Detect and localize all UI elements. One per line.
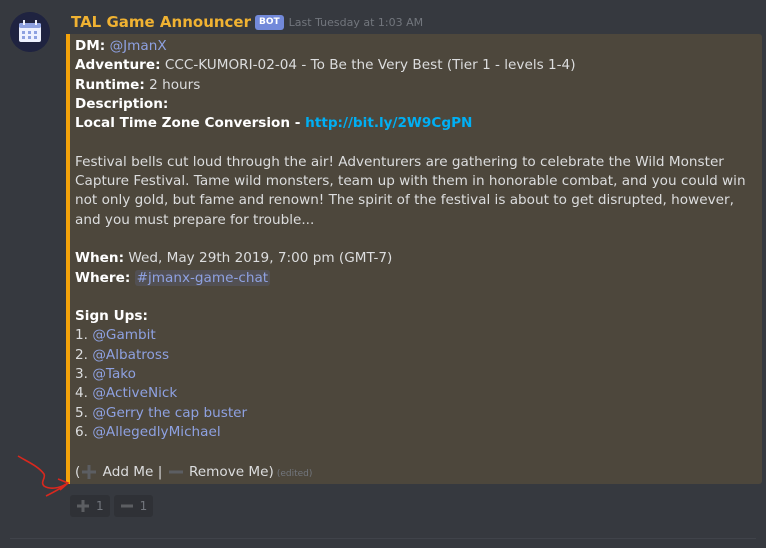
reactions-bar: 1 1 bbox=[70, 495, 157, 517]
description-text: Festival bells cut loud through the air!… bbox=[75, 153, 746, 228]
message-header: TAL Game Announcer BOT Last Tuesday at 1… bbox=[71, 12, 423, 32]
description-label: Description: bbox=[75, 95, 169, 112]
signup-item: 2. @Albatross bbox=[75, 346, 756, 365]
author-name[interactable]: TAL Game Announcer bbox=[71, 13, 251, 31]
signup-number: 3. bbox=[75, 366, 88, 383]
signups-label: Sign Ups: bbox=[75, 308, 148, 325]
signup-item: 4. @ActiveNick bbox=[75, 384, 756, 403]
announcement-embed: DM: @JmanX Adventure: CCC-KUMORI-02-04 -… bbox=[66, 34, 762, 484]
add-me-label: Add Me bbox=[102, 463, 154, 480]
minus-icon bbox=[120, 504, 133, 508]
where-label: Where: bbox=[75, 269, 131, 286]
when-value: Wed, May 29th 2019, 7:00 pm (GMT-7) bbox=[128, 250, 393, 267]
reaction-count: 1 bbox=[96, 499, 104, 513]
dm-line: DM: @JmanX bbox=[75, 37, 756, 56]
signup-number: 2. bbox=[75, 346, 88, 363]
signup-item: 3. @Tako bbox=[75, 365, 756, 384]
message-timestamp: Last Tuesday at 1:03 AM bbox=[288, 15, 424, 29]
annotation-arrow bbox=[17, 455, 70, 497]
timezone-link[interactable]: http://bit.ly/2W9CgPN bbox=[305, 115, 472, 131]
bot-tag: BOT bbox=[255, 14, 284, 30]
separator: | bbox=[153, 463, 167, 480]
signup-number: 1. bbox=[75, 327, 88, 344]
description-line: Description: bbox=[75, 95, 756, 114]
plus-icon bbox=[82, 464, 97, 479]
signup-mention[interactable]: @AllegedlyMichael bbox=[92, 424, 220, 440]
signups-heading: Sign Ups: bbox=[75, 307, 756, 326]
signup-instructions: ( Add Me | Remove Me) (edited) bbox=[75, 463, 756, 482]
signup-number: 4. bbox=[75, 385, 88, 402]
signup-mention[interactable]: @Gerry the cap buster bbox=[92, 405, 247, 421]
when-line: When: Wed, May 29th 2019, 7:00 pm (GMT-7… bbox=[75, 249, 756, 268]
signup-item: 6. @AllegedlyMichael bbox=[75, 423, 756, 442]
where-line: Where: #jmanx-game-chat bbox=[75, 269, 756, 288]
minus-reaction[interactable]: 1 bbox=[113, 495, 154, 517]
signup-number: 6. bbox=[75, 423, 88, 440]
timezone-label: Local Time Zone Conversion - bbox=[75, 115, 306, 132]
remove-me-label: Remove Me) bbox=[188, 463, 274, 480]
embed-body: DM: @JmanX Adventure: CCC-KUMORI-02-04 -… bbox=[75, 37, 756, 482]
runtime-label: Runtime: bbox=[75, 76, 145, 93]
when-label: When: bbox=[75, 250, 125, 267]
adventure-value: CCC-KUMORI-02-04 - To Be the Very Best (… bbox=[164, 57, 576, 74]
signup-item: 1. @Gambit bbox=[75, 326, 756, 345]
timezone-line: Local Time Zone Conversion - http://bit.… bbox=[75, 114, 756, 133]
reaction-count: 1 bbox=[139, 499, 148, 513]
message-divider bbox=[10, 538, 756, 539]
signup-mention[interactable]: @Albatross bbox=[92, 347, 169, 363]
adventure-line: Adventure: CCC-KUMORI-02-04 - To Be the … bbox=[75, 56, 756, 75]
dm-mention[interactable]: @JmanX bbox=[110, 38, 167, 54]
signup-item: 5. @Gerry the cap buster bbox=[75, 404, 756, 423]
signup-mention[interactable]: @Gambit bbox=[92, 327, 155, 343]
signup-mention[interactable]: @Tako bbox=[92, 366, 136, 382]
dm-label: DM: bbox=[75, 38, 106, 54]
runtime-line: Runtime: 2 hours bbox=[75, 76, 756, 95]
channel-link[interactable]: #jmanx-game-chat bbox=[134, 269, 271, 286]
runtime-value: 2 hours bbox=[149, 76, 201, 93]
signup-number: 5. bbox=[75, 404, 88, 421]
minus-icon bbox=[168, 470, 183, 474]
edited-tag: (edited) bbox=[276, 468, 313, 479]
signup-mention[interactable]: @ActiveNick bbox=[92, 385, 177, 401]
bot-avatar[interactable] bbox=[10, 12, 50, 52]
adventure-label: Adventure: bbox=[75, 57, 161, 74]
